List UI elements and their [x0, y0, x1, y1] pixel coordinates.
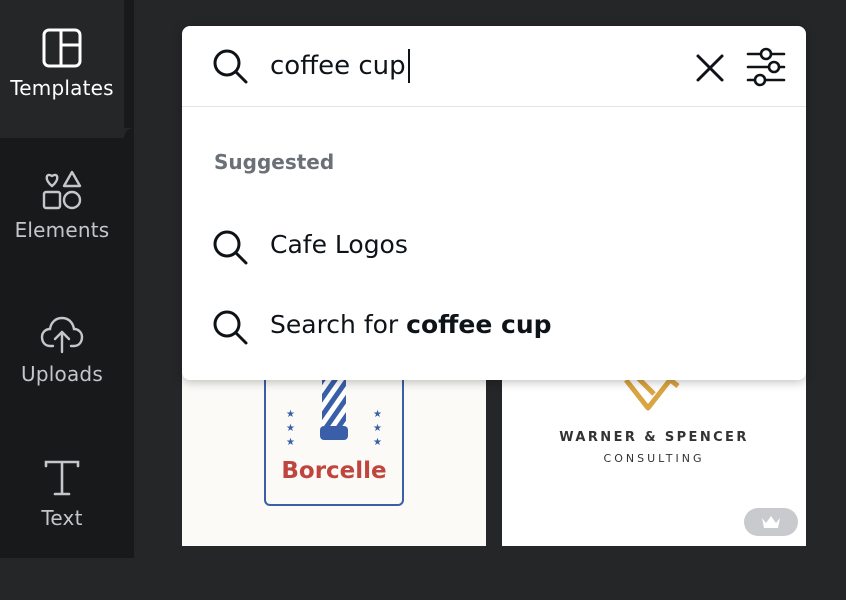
stars-decoration: ★ ★ ★	[373, 409, 382, 448]
suggestion-label: Cafe Logos	[270, 230, 408, 259]
suggestion-query: coffee cup	[406, 310, 552, 339]
sidebar-item-label: Elements	[14, 218, 110, 242]
sidebar-rail: Templates Elements Uploads Text	[0, 0, 134, 558]
templates-icon	[42, 28, 82, 68]
search-bar	[182, 26, 806, 107]
close-icon[interactable]	[692, 50, 728, 86]
search-dropdown: Suggested Cafe Logos Search for coffee c…	[182, 26, 806, 380]
text-icon	[44, 460, 80, 496]
sidebar-item-uploads[interactable]: Uploads	[0, 312, 124, 456]
filter-sliders-icon[interactable]	[744, 46, 788, 88]
search-icon	[213, 230, 248, 265]
active-tab-corner	[124, 128, 134, 138]
suggestion-prefix: Search for	[270, 310, 407, 339]
sidebar-item-label: Text	[41, 506, 83, 530]
sidebar-item-label: Templates	[10, 76, 114, 100]
text-caret	[407, 49, 410, 83]
suggestion-item[interactable]: Cafe Logos	[182, 210, 806, 280]
suggestion-label: Search for coffee cup	[270, 310, 552, 339]
sidebar-item-label: Uploads	[21, 362, 103, 386]
card-subtitle-text: CONSULTING	[603, 452, 705, 465]
card-title-text: WARNER & SPENCER	[559, 430, 749, 445]
sidebar-item-elements[interactable]: Elements	[0, 168, 124, 312]
premium-badge	[744, 508, 798, 536]
search-icon	[213, 310, 248, 345]
suggestion-item[interactable]: Search for coffee cup	[182, 290, 806, 360]
crown-icon	[762, 516, 780, 528]
elements-icon	[42, 170, 82, 210]
stars-decoration: ★ ★ ★	[286, 409, 295, 448]
search-icon	[213, 49, 248, 84]
sidebar-item-templates[interactable]: Templates	[0, 0, 124, 138]
uploads-icon	[40, 316, 84, 354]
card-brand-text: Borcelle	[281, 458, 387, 484]
suggested-heading: Suggested	[214, 150, 335, 174]
sidebar-item-text[interactable]: Text	[0, 456, 124, 600]
search-input[interactable]	[270, 46, 680, 86]
